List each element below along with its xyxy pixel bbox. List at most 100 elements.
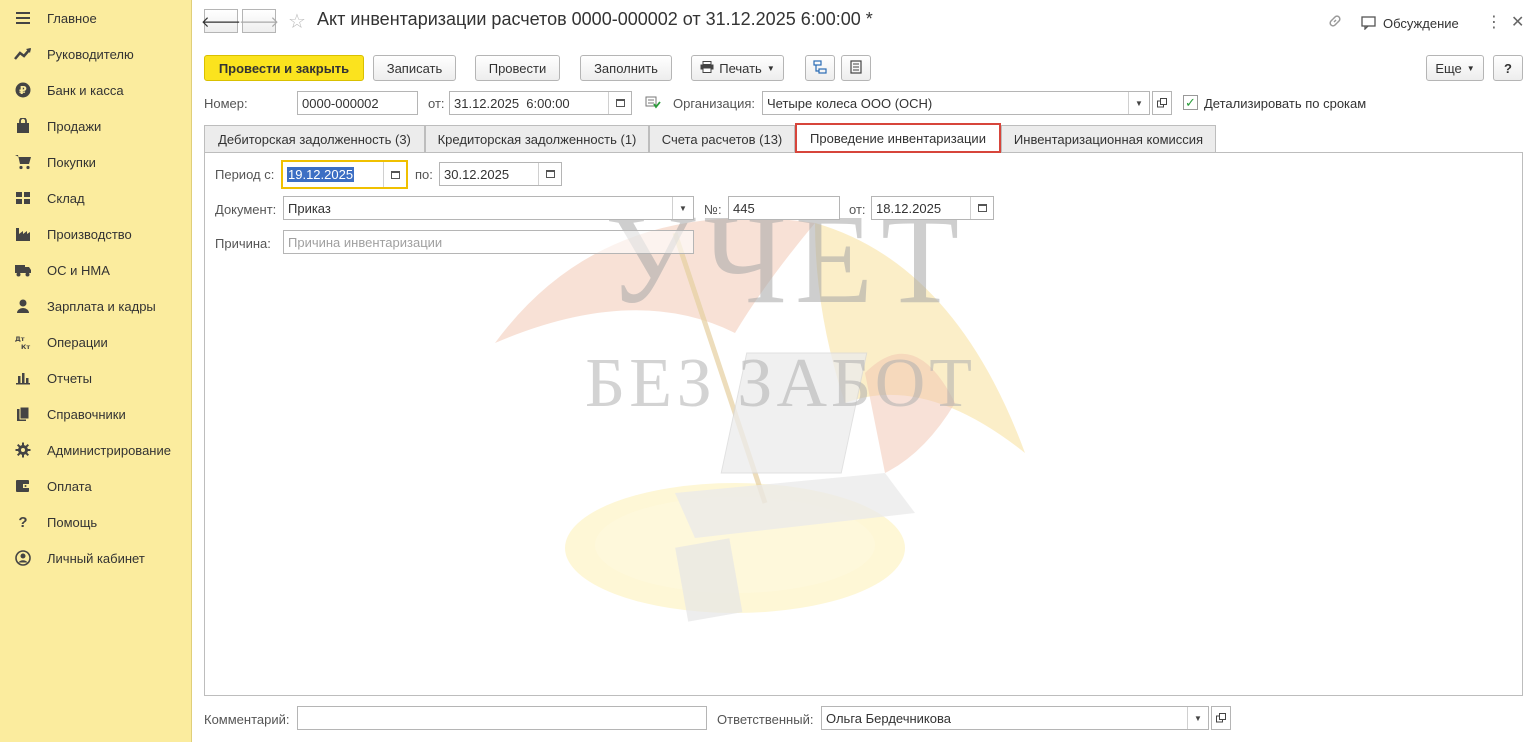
sidebar-item-label: Продажи [47, 118, 102, 134]
report-button[interactable] [841, 55, 871, 81]
calendar-button[interactable] [383, 162, 406, 187]
tab-inventory-commission[interactable]: Инвентаризационная комиссия [1001, 125, 1216, 152]
help-button[interactable]: ? [1493, 55, 1523, 81]
organization-select[interactable]: Четыре колеса ООО (ОСН) ▼ [762, 91, 1150, 115]
period-to-label: по: [415, 167, 433, 182]
document-type-value: Приказ [288, 200, 331, 216]
wallet-icon [14, 477, 32, 495]
date-input[interactable]: 31.12.2025 6:00:00 [449, 91, 632, 115]
sidebar-item-label: Руководителю [47, 46, 134, 62]
document-type-select[interactable]: Приказ ▼ [283, 196, 694, 220]
date-label: от: [428, 96, 445, 111]
sidebar-item-main[interactable]: Главное [0, 0, 191, 36]
question-icon: ? [18, 513, 28, 531]
fill-button[interactable]: Заполнить [580, 55, 672, 81]
sidebar-item-operations[interactable]: Дт Кт Операции [0, 324, 191, 360]
watermark-subtitle: БЕЗ ЗАБОТ [585, 345, 977, 422]
checkmark-icon: ✓ [1185, 95, 1196, 110]
period-to-input[interactable]: 30.12.2025 [439, 162, 562, 186]
post-and-close-button[interactable]: Провести и закрыть [204, 55, 364, 81]
bag-icon [14, 117, 32, 135]
svg-text:₽: ₽ [19, 84, 27, 97]
open-window-icon [1216, 711, 1226, 726]
sidebar-item-warehouse[interactable]: Склад [0, 180, 191, 216]
structure-button[interactable] [805, 55, 835, 81]
save-button[interactable]: Записать [373, 55, 456, 81]
document-date-input[interactable]: 18.12.2025 [871, 196, 994, 220]
more-button[interactable]: Еще ▼ [1426, 55, 1484, 81]
sidebar-item-label: Зарплата и кадры [47, 298, 156, 314]
comment-label: Комментарий: [204, 712, 290, 727]
sidebar-item-payment[interactable]: Оплата [0, 468, 191, 504]
sidebar-item-label: Администрирование [47, 442, 171, 458]
tab-accounts[interactable]: Счета расчетов (13) [649, 125, 795, 152]
sidebar-item-production[interactable]: Производство [0, 216, 191, 252]
responsible-select[interactable]: Ольга Бердечникова ▼ [821, 706, 1209, 730]
document-number-input[interactable]: 445 [728, 196, 840, 220]
calendar-button[interactable] [970, 197, 993, 219]
link-icon[interactable] [1327, 13, 1343, 32]
number-input[interactable]: 0000-000002 [297, 91, 418, 115]
sidebar-item-label: Оплата [47, 478, 92, 494]
sidebar-item-assets[interactable]: ОС и НМА [0, 252, 191, 288]
sidebar-item-admin[interactable]: Администрирование [0, 432, 191, 468]
dropdown-arrow-icon: ▼ [1466, 63, 1475, 73]
menu-icon [14, 9, 32, 27]
discussion-button[interactable]: Обсуждение [1383, 16, 1459, 31]
more-label: Еще [1435, 60, 1462, 76]
period-to-value: 30.12.2025 [444, 166, 510, 182]
responsible-value: Ольга Бердечникова [826, 710, 951, 726]
dropdown-arrow-icon[interactable]: ▼ [1128, 92, 1149, 114]
more-vert-icon[interactable]: ⋮ [1486, 12, 1502, 32]
sidebar: Главное Руководителю ₽ Банк и касса Прод… [0, 0, 192, 742]
detail-by-terms-checkbox[interactable]: ✓ [1183, 95, 1198, 110]
dropdown-arrow-icon[interactable]: ▼ [1187, 707, 1208, 729]
calendar-button[interactable] [608, 92, 631, 114]
sidebar-item-label: ОС и НМА [47, 262, 110, 278]
tab-inventory-conduct[interactable]: Проведение инвентаризации [795, 123, 1001, 153]
tax-document-icon[interactable] [645, 96, 661, 112]
cart-icon [14, 153, 32, 171]
sidebar-item-salary[interactable]: Зарплата и кадры [0, 288, 191, 324]
dropdown-arrow-icon[interactable]: ▼ [672, 197, 693, 219]
sidebar-item-label: Отчеты [47, 370, 92, 386]
sidebar-item-account[interactable]: Личный кабинет [0, 540, 191, 576]
sidebar-item-manager[interactable]: Руководителю [0, 36, 191, 72]
star-icon[interactable]: ☆ [288, 9, 306, 34]
sidebar-item-label: Склад [47, 190, 85, 206]
open-responsible-button[interactable] [1211, 706, 1231, 730]
factory-icon [14, 225, 32, 243]
sidebar-item-catalogs[interactable]: Справочники [0, 396, 191, 432]
print-label: Печать [719, 60, 762, 76]
sidebar-item-help[interactable]: ? Помощь [0, 504, 191, 540]
forward-button[interactable]: 🡒 [239, 9, 279, 33]
ruble-icon: ₽ [14, 81, 32, 99]
sidebar-item-purchases[interactable]: Покупки [0, 144, 191, 180]
sidebar-item-reports[interactable]: Отчеты [0, 360, 191, 396]
svg-text:Дт: Дт [15, 335, 25, 343]
truck-icon [14, 261, 32, 279]
gear-icon [14, 441, 32, 459]
period-from-value: 19.12.2025 [287, 167, 355, 182]
close-icon[interactable]: ✕ [1511, 12, 1524, 32]
printer-icon [700, 60, 714, 76]
post-button[interactable]: Провести [475, 55, 560, 81]
sidebar-item-label: Помощь [47, 514, 98, 530]
tab-receivables[interactable]: Дебиторская задолженность (3) [204, 125, 425, 152]
organization-label: Организация: [673, 96, 756, 111]
calendar-button[interactable] [538, 163, 561, 185]
reason-input[interactable]: Причина инвентаризации [283, 230, 694, 254]
sidebar-item-sales[interactable]: Продажи [0, 108, 191, 144]
open-organization-button[interactable] [1152, 91, 1172, 115]
period-from-input[interactable]: 19.12.2025 [281, 160, 408, 189]
comment-input[interactable] [297, 706, 707, 730]
tab-payables[interactable]: Кредиторская задолженность (1) [425, 125, 649, 152]
sidebar-item-label: Главное [47, 10, 97, 26]
sidebar-item-bank[interactable]: ₽ Банк и касса [0, 72, 191, 108]
svg-text:Кт: Кт [21, 343, 30, 350]
responsible-label: Ответственный: [717, 712, 814, 727]
calendar-icon [545, 170, 555, 178]
open-window-icon [1157, 96, 1167, 111]
back-button[interactable]: 🡐 [201, 9, 241, 33]
print-button[interactable]: Печать ▼ [691, 55, 784, 81]
